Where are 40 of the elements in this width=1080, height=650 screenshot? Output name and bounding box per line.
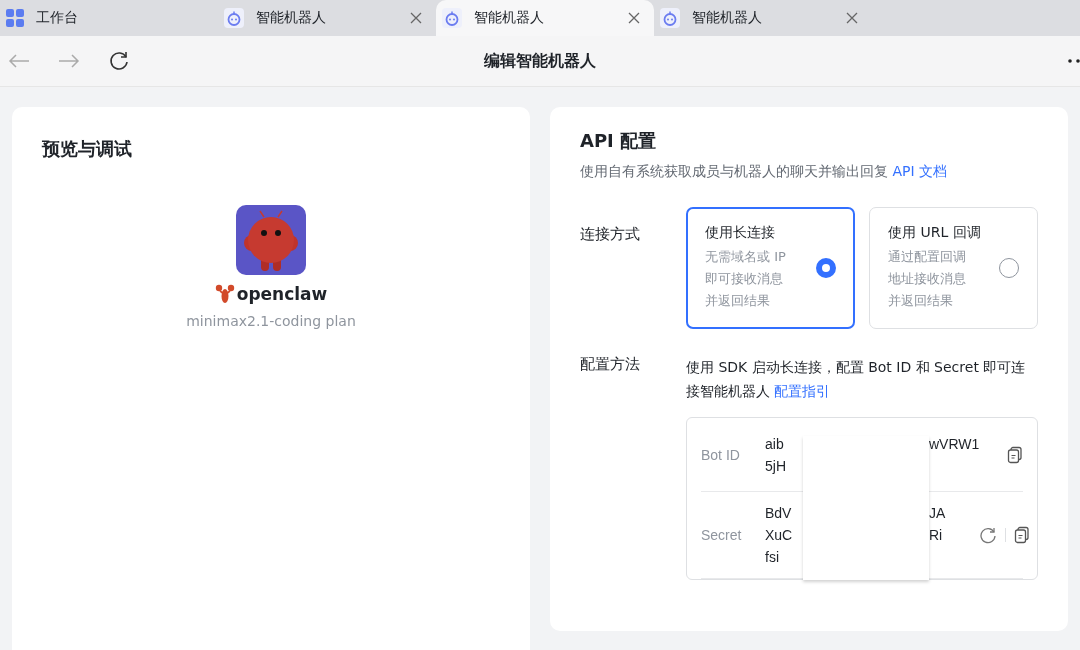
- bot-name: openclaw: [236, 284, 328, 304]
- copy-icon[interactable]: [1014, 526, 1030, 544]
- bot-avatar: [236, 205, 306, 275]
- section-title: API 配置: [580, 129, 658, 153]
- section-description: 使用自有系统获取成员与机器人的聊天并输出回复 API 文档: [580, 163, 949, 181]
- robot-icon: [224, 8, 244, 28]
- grid-icon: [6, 9, 24, 27]
- close-icon[interactable]: [626, 10, 642, 26]
- browser-tab[interactable]: 智能机器人: [654, 0, 872, 36]
- refresh-icon[interactable]: [108, 50, 130, 72]
- credential-label: Secret: [701, 527, 743, 543]
- lobster-icon: [214, 283, 235, 305]
- radio-button[interactable]: [816, 258, 836, 278]
- field-label: 连接方式: [580, 224, 641, 245]
- panel-title: 预览与调试: [42, 137, 133, 161]
- connection-option[interactable]: 使用 URL 回调 通过配置回调 地址接收消息 并返回结果: [869, 207, 1038, 329]
- field-label: 配置方法: [580, 355, 641, 375]
- credential-value: BdV: [765, 504, 793, 523]
- guide-link[interactable]: 配置指引: [774, 383, 831, 399]
- browser-tab[interactable]: 工作台: [0, 0, 218, 36]
- browser-tab[interactable]: 智能机器人: [436, 0, 654, 36]
- robot-icon: [660, 8, 680, 28]
- connection-option[interactable]: 使用长连接 无需域名或 IP 即可接收消息 并返回结果: [686, 207, 855, 329]
- robot-icon: [442, 8, 462, 28]
- browser-tab[interactable]: 智能机器人: [218, 0, 436, 36]
- doc-link[interactable]: API 文档: [892, 163, 948, 179]
- credential-value: JA: [929, 504, 947, 523]
- credential-value: XuC: [765, 526, 794, 545]
- close-icon[interactable]: [408, 10, 424, 26]
- credential-value: wVRW1: [929, 434, 979, 454]
- credential-value: 5jH: [765, 456, 787, 476]
- credential-value: Ri: [929, 526, 944, 545]
- page-title: 编辑智能机器人: [484, 50, 596, 70]
- method-description: 使用 SDK 启动长连接，配置 Bot ID 和 Secret 即可连接智能机器人 配置指引: [686, 358, 1027, 401]
- credential-value: fsi: [765, 548, 780, 567]
- close-icon[interactable]: [844, 10, 860, 26]
- bot-model: minimax2.1-coding plan: [186, 313, 356, 329]
- credential-label: Bot ID: [701, 446, 741, 463]
- credential-value: aib: [765, 434, 785, 454]
- copy-icon[interactable]: [1007, 445, 1023, 464]
